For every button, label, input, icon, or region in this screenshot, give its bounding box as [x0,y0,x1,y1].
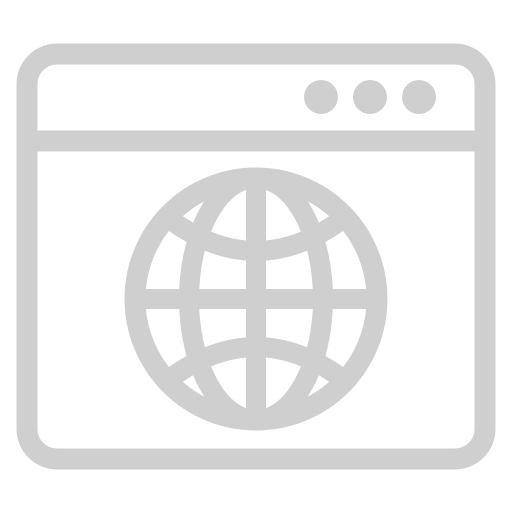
window-control-dot [402,80,436,114]
browser-window-icon [16,43,496,470]
globe-icon [124,167,388,431]
icon-canvas [0,0,512,512]
window-control-dot [304,80,338,114]
window-controls [304,80,436,114]
window-control-dot [353,80,387,114]
